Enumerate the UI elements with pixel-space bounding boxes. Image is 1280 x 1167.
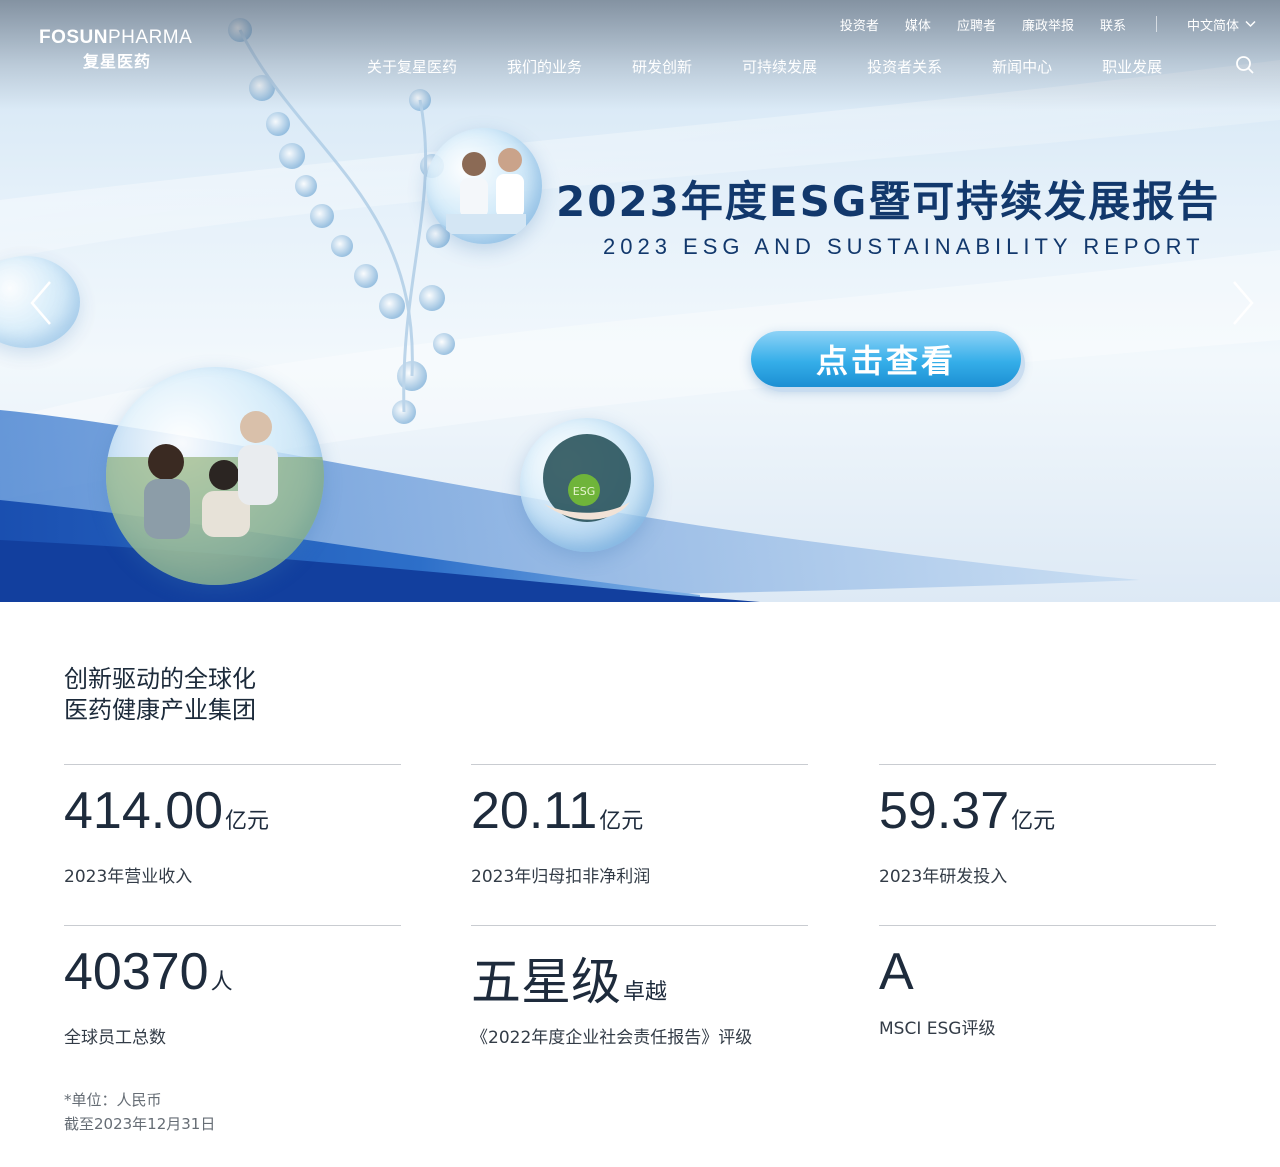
company-tagline: 创新驱动的全球化 医药健康产业集团 bbox=[64, 664, 256, 726]
utility-link-investors[interactable]: 投资者 bbox=[840, 15, 879, 34]
stat-label: 2023年营业收入 bbox=[64, 867, 193, 887]
family-bubble bbox=[106, 367, 324, 585]
stats-footnote: *单位：人民币 截至2023年12月31日 bbox=[64, 1088, 215, 1136]
carousel-next-arrow-icon[interactable] bbox=[1222, 278, 1262, 328]
stat-value: 40370人 bbox=[64, 943, 233, 1001]
stat-label: 2023年归母扣非净利润 bbox=[471, 867, 651, 887]
chevron-down-icon bbox=[1245, 20, 1256, 28]
stat-rnd-investment: 59.37亿元 2023年研发投入 bbox=[879, 764, 1216, 904]
tagline-line-1: 创新驱动的全球化 bbox=[64, 665, 256, 693]
main-nav: 关于复星医药 我们的业务 研发创新 可持续发展 投资者关系 新闻中心 职业发展 bbox=[367, 56, 1162, 77]
stat-net-profit: 20.11亿元 2023年归母扣非净利润 bbox=[471, 764, 808, 904]
logo-english: FOSUNPHARMA bbox=[39, 27, 193, 48]
stat-csr-rating: 五星级卓越 《2022年度企业社会责任报告》评级 bbox=[471, 925, 808, 1065]
stat-label: 《2022年度企业社会责任报告》评级 bbox=[471, 1028, 753, 1048]
language-label: 中文简体 bbox=[1186, 18, 1239, 34]
utility-link-integrity-report[interactable]: 廉政举报 bbox=[1022, 15, 1074, 34]
utility-link-media[interactable]: 媒体 bbox=[905, 15, 931, 34]
stat-revenue: 414.00亿元 2023年营业收入 bbox=[64, 764, 401, 904]
language-selector[interactable]: 中文简体 bbox=[1187, 15, 1256, 34]
hero-banner: ESG FOSUNPHARMA 复星医药 投资者 媒体 应聘者 廉政举报 联系 … bbox=[0, 0, 1280, 602]
logo-chinese: 复星医药 bbox=[83, 52, 152, 71]
utility-link-contact[interactable]: 联系 bbox=[1100, 15, 1126, 34]
stat-label: MSCI ESG评级 bbox=[879, 1019, 996, 1039]
stat-value: 59.37亿元 bbox=[879, 782, 1056, 840]
hero-subtitle: 2023 ESG AND SUSTAINABILITY REPORT bbox=[603, 234, 1205, 259]
stat-value: 414.00亿元 bbox=[64, 782, 270, 840]
stat-value: 五星级卓越 bbox=[471, 953, 668, 1011]
stat-value: 20.11亿元 bbox=[471, 782, 644, 840]
stat-label: 2023年研发投入 bbox=[879, 867, 1008, 887]
nav-careers[interactable]: 职业发展 bbox=[1102, 56, 1162, 77]
scientists-bubble bbox=[426, 128, 542, 244]
search-icon[interactable] bbox=[1235, 55, 1255, 75]
view-report-button[interactable]: 点击查看 bbox=[751, 331, 1021, 387]
tagline-line-2: 医药健康产业集团 bbox=[64, 696, 256, 724]
stat-msci-rating: A MSCI ESG评级 bbox=[879, 925, 1216, 1065]
hero-title: 2023年度ESG暨可持续发展报告 bbox=[556, 177, 1221, 226]
nav-business[interactable]: 我们的业务 bbox=[507, 56, 582, 77]
nav-news[interactable]: 新闻中心 bbox=[992, 56, 1052, 77]
footnote-date: 截至2023年12月31日 bbox=[64, 1115, 216, 1133]
utility-divider bbox=[1155, 16, 1157, 32]
nav-rnd[interactable]: 研发创新 bbox=[632, 56, 692, 77]
nav-investor-relations[interactable]: 投资者关系 bbox=[867, 56, 942, 77]
esg-globe-bubble: ESG bbox=[520, 418, 654, 552]
stat-value: A bbox=[879, 943, 914, 1001]
svg-text:ESG: ESG bbox=[573, 485, 595, 498]
utility-nav: 投资者 媒体 应聘者 廉政举报 联系 中文简体 bbox=[814, 15, 1256, 34]
stat-employees: 40370人 全球员工总数 bbox=[64, 925, 401, 1065]
utility-link-applicants[interactable]: 应聘者 bbox=[957, 15, 996, 34]
company-logo[interactable]: FOSUNPHARMA 复星医药 bbox=[39, 27, 209, 72]
carousel-prev-arrow-icon[interactable] bbox=[22, 278, 62, 328]
footnote-unit: *单位：人民币 bbox=[64, 1091, 162, 1109]
stat-label: 全球员工总数 bbox=[64, 1028, 166, 1048]
nav-about[interactable]: 关于复星医药 bbox=[367, 56, 457, 77]
nav-sustainability[interactable]: 可持续发展 bbox=[742, 56, 817, 77]
